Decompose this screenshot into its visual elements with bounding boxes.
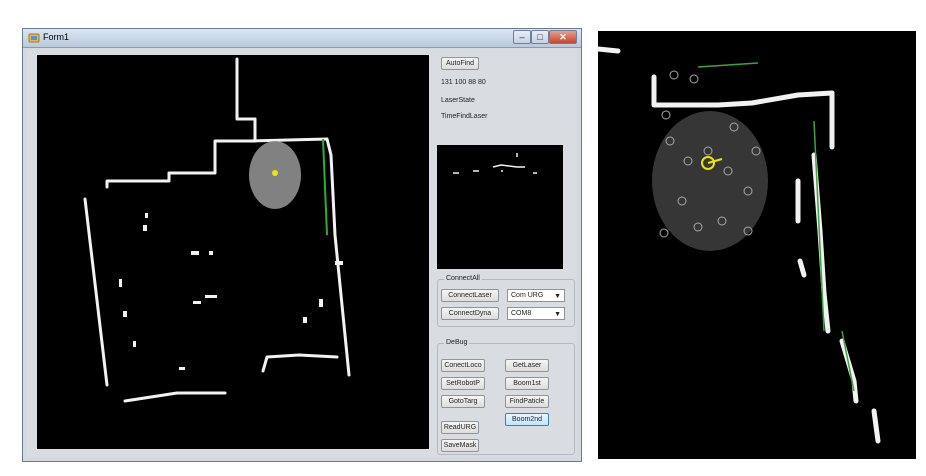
laser-hits <box>322 138 328 236</box>
goto-targ-button[interactable]: GotoTarg <box>441 395 485 408</box>
app-icon <box>28 33 40 43</box>
save-mask-button[interactable]: SaveMask <box>441 439 479 452</box>
connect-all-title: ConnectAll <box>444 275 482 282</box>
wall-segment <box>651 74 721 108</box>
wall-segment <box>811 152 831 334</box>
chevron-down-icon: ▼ <box>554 293 561 300</box>
boom-2nd-button[interactable]: Boom2nd <box>505 413 549 426</box>
wall-segment <box>715 90 835 108</box>
connect-loco-button[interactable]: ConectLoco <box>441 359 485 372</box>
laser-state-label: LaserState <box>441 97 475 104</box>
wall-segment <box>797 258 807 278</box>
title-bar[interactable]: Form1 – □ ✕ <box>23 29 581 48</box>
laser-scan-preview <box>437 145 563 269</box>
close-button[interactable]: ✕ <box>549 30 577 44</box>
autofind-button[interactable]: AutoFind <box>441 57 479 70</box>
wall-segment <box>105 117 257 189</box>
form-client-area: AutoFind 131 100 88 80 LaserState TimeFi… <box>27 49 577 457</box>
wall-segment <box>83 197 109 387</box>
set-robot-p-button[interactable]: SetRobotP <box>441 377 485 390</box>
connect-dyna-button[interactable]: ConnectDyna <box>441 307 499 320</box>
laser-hits <box>841 330 855 392</box>
debug-title: DeBug <box>444 339 470 346</box>
wall-segment <box>325 137 343 297</box>
read-urg-button[interactable]: ReadURG <box>441 421 479 434</box>
laser-port-value: Com URG <box>511 292 544 299</box>
laser-port-select[interactable]: Com URG ▼ <box>507 289 565 302</box>
readout-values: 131 100 88 80 <box>441 79 486 86</box>
wall-segment <box>235 57 257 121</box>
app-window: Form1 – □ ✕ AutoFind 131 100 88 80 Laser… <box>22 28 582 462</box>
time-find-laser-label: TimeFindLaser <box>441 113 488 120</box>
laser-hits <box>813 120 825 332</box>
particle-cloud <box>652 70 768 251</box>
window-title: Form1 <box>43 32 70 42</box>
wall-segment <box>249 137 329 143</box>
chevron-down-icon: ▼ <box>554 311 561 318</box>
robot-marker <box>272 170 278 176</box>
maximize-button[interactable]: □ <box>531 30 549 44</box>
wall-segment <box>261 353 339 373</box>
wall-segment <box>598 46 621 54</box>
wall-segment <box>339 293 351 377</box>
dyna-port-select[interactable]: COM8 ▼ <box>507 307 565 320</box>
find-particle-button[interactable]: FindPaticle <box>505 395 549 408</box>
zoomed-map-view <box>598 31 916 459</box>
minimize-button[interactable]: – <box>513 30 531 44</box>
connect-laser-button[interactable]: ConnectLaser <box>441 289 499 302</box>
laser-hits <box>697 62 759 68</box>
wall-segment <box>839 338 859 404</box>
wall-segment <box>871 408 881 444</box>
get-laser-button[interactable]: GetLaser <box>505 359 549 372</box>
dyna-port-value: COM8 <box>511 310 532 317</box>
boom-1st-button[interactable]: Boom1st <box>505 377 549 390</box>
wall-segment <box>123 391 227 403</box>
main-map-view[interactable] <box>37 55 429 449</box>
